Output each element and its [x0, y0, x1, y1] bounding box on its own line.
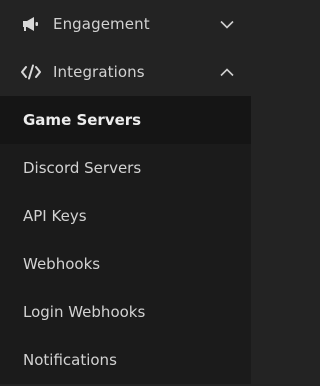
nav-item-label: API Keys [23, 207, 87, 225]
nav-group-label: Engagement [53, 15, 150, 33]
nav-item-notifications[interactable]: Notifications [0, 336, 251, 384]
nav-group-label: Integrations [53, 63, 145, 81]
sidebar-nav: Engagement Integrations Game Servers Dis… [0, 0, 251, 386]
code-icon [21, 62, 41, 82]
nav-item-game-servers[interactable]: Game Servers [0, 96, 251, 144]
chevron-up-icon [219, 64, 235, 80]
nav-item-discord-servers[interactable]: Discord Servers [0, 144, 251, 192]
integrations-submenu: Game Servers Discord Servers API Keys We… [0, 96, 251, 384]
nav-item-login-webhooks[interactable]: Login Webhooks [0, 288, 251, 336]
nav-item-webhooks[interactable]: Webhooks [0, 240, 251, 288]
megaphone-icon [21, 14, 41, 34]
nav-group-integrations[interactable]: Integrations [0, 48, 251, 96]
chevron-down-icon [219, 16, 235, 32]
nav-item-api-keys[interactable]: API Keys [0, 192, 251, 240]
nav-item-label: Game Servers [23, 111, 142, 129]
nav-item-label: Notifications [23, 351, 117, 369]
nav-group-engagement[interactable]: Engagement [0, 0, 251, 48]
nav-item-label: Discord Servers [23, 159, 142, 177]
nav-item-label: Login Webhooks [23, 303, 146, 321]
nav-item-label: Webhooks [23, 255, 101, 273]
